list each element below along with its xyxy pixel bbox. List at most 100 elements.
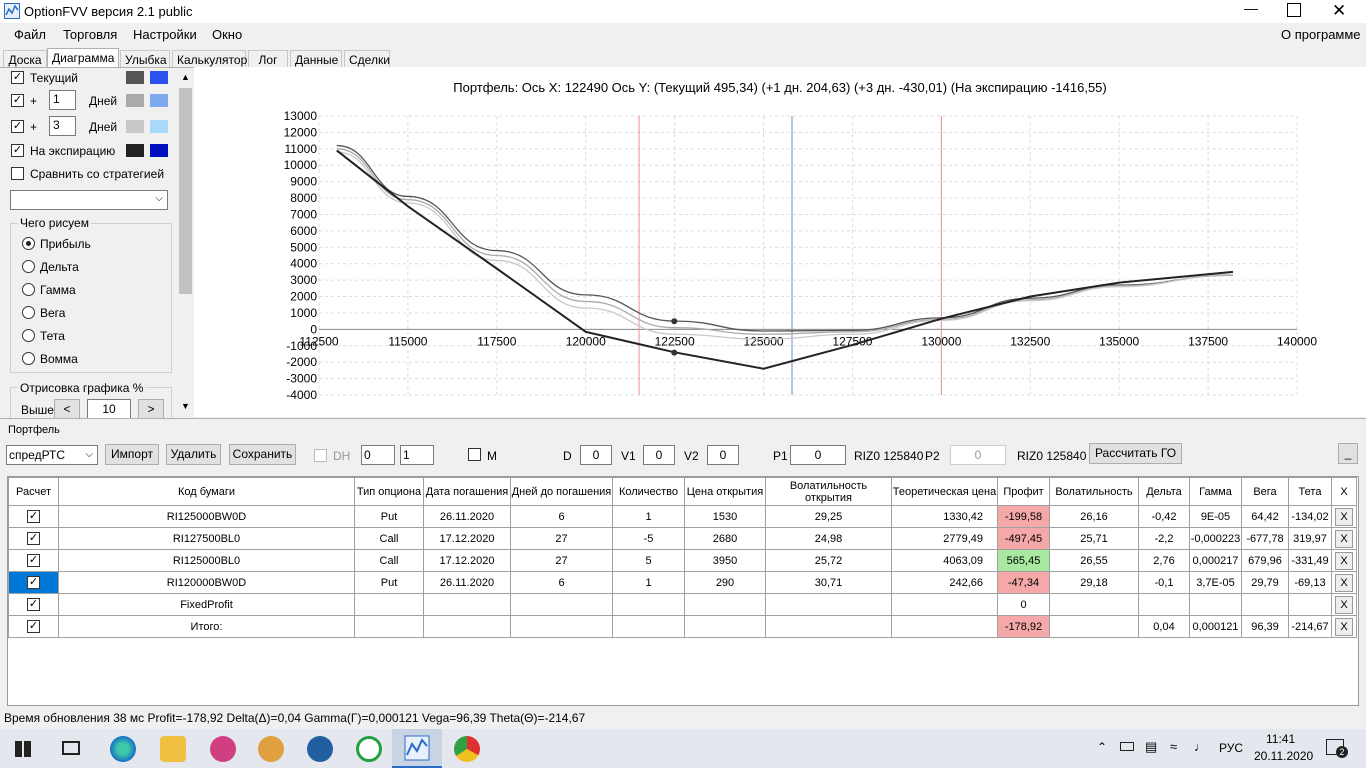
save-button[interactable]: Сохранить <box>229 444 296 465</box>
delete-button[interactable]: Удалить <box>166 444 221 465</box>
menu-settings[interactable]: Настройки <box>133 27 197 42</box>
clock-date[interactable]: 20.11.2020 <box>1254 749 1313 763</box>
table-cell[interactable]: 4063,09 <box>891 549 998 572</box>
table-cell[interactable] <box>354 615 424 638</box>
tab-log[interactable]: Лог <box>248 50 288 68</box>
table-cell[interactable]: Итого: <box>58 615 355 638</box>
table-cell[interactable]: FixedProfit <box>58 593 355 616</box>
table-cell[interactable]: -134,02 <box>1288 505 1332 528</box>
table-cell[interactable]: 9E-05 <box>1189 505 1242 528</box>
table-cell[interactable]: 1 <box>612 571 685 594</box>
menu-file[interactable]: Файл <box>14 27 46 42</box>
table-cell[interactable] <box>1288 593 1332 616</box>
table-cell[interactable]: 17.12.2020 <box>423 549 511 572</box>
table-cell[interactable]: 27 <box>510 527 613 550</box>
table-cell[interactable]: 26.11.2020 <box>423 571 511 594</box>
remove-row-cell[interactable]: X <box>1331 593 1357 616</box>
tab-calculator[interactable]: Калькулятор <box>172 50 247 68</box>
p1-input[interactable]: 0 <box>790 445 846 465</box>
expiry-compare-swatch[interactable] <box>150 144 168 157</box>
app-paint-icon[interactable] <box>210 736 236 762</box>
table-cell[interactable] <box>423 593 511 616</box>
menu-window[interactable]: Окно <box>212 27 242 42</box>
app-globe-icon[interactable] <box>307 736 333 762</box>
calc-checkbox-cell[interactable]: ✓ <box>8 549 59 572</box>
table-cell[interactable] <box>612 593 685 616</box>
v2-input[interactable]: 0 <box>707 445 739 465</box>
scroll-up-icon[interactable]: ▲ <box>181 72 190 82</box>
app-q-icon[interactable] <box>356 736 382 762</box>
wifi-icon[interactable]: ≈ <box>1170 739 1177 754</box>
menu-trading[interactable]: Торговля <box>63 27 117 42</box>
table-cell[interactable]: -69,13 <box>1288 571 1332 594</box>
table-row[interactable]: ✓ RI127500BL0 Call 17.12.2020 27 -5 2680 24,98 2… <box>8 527 1357 550</box>
column-header[interactable]: Тип опциона <box>354 477 424 506</box>
explorer-icon[interactable] <box>160 736 186 762</box>
remove-row-button[interactable]: X <box>1335 551 1353 570</box>
column-header[interactable]: Дней до погашения <box>510 477 613 506</box>
tab-deals[interactable]: Сделки <box>344 50 390 68</box>
table-cell[interactable]: 25,72 <box>765 549 892 572</box>
table-cell[interactable]: -0,000223 <box>1189 527 1242 550</box>
table-cell[interactable]: 1 <box>612 505 685 528</box>
radio-profit[interactable] <box>22 237 35 250</box>
table-cell[interactable]: RI120000BW0D <box>58 571 355 594</box>
remove-row-button[interactable]: X <box>1335 573 1353 592</box>
column-header[interactable]: Теоретическая цена <box>891 477 998 506</box>
m-checkbox[interactable] <box>468 448 481 461</box>
table-cell[interactable]: 30,71 <box>765 571 892 594</box>
table-cell[interactable]: 290 <box>684 571 766 594</box>
payoff-chart[interactable]: 13000 12000 11000 10000 9000 8000 7000 6000 5000… <box>194 67 1366 417</box>
table-cell[interactable]: Put <box>354 505 424 528</box>
remove-row-button[interactable]: X <box>1335 507 1353 526</box>
column-header[interactable]: Волатильность <box>1049 477 1139 506</box>
radio-vomma[interactable] <box>22 352 35 365</box>
table-cell[interactable]: 25,71 <box>1049 527 1139 550</box>
table-cell[interactable]: 96,39 <box>1241 615 1289 638</box>
table-cell[interactable]: RI125000BW0D <box>58 505 355 528</box>
table-cell[interactable]: 29,18 <box>1049 571 1139 594</box>
column-header[interactable]: Профит <box>997 477 1050 506</box>
table-cell[interactable] <box>765 615 892 638</box>
table-cell[interactable]: 0 <box>997 593 1050 616</box>
column-header[interactable]: X <box>1331 477 1357 506</box>
table-cell[interactable]: 0,04 <box>1138 615 1190 638</box>
table-cell[interactable]: -47,34 <box>997 571 1050 594</box>
table-cell[interactable]: -178,92 <box>997 615 1050 638</box>
app-palette-icon[interactable] <box>258 736 284 762</box>
table-cell[interactable]: 27 <box>510 549 613 572</box>
radio-delta[interactable] <box>22 260 35 273</box>
table-cell[interactable]: -0,1 <box>1138 571 1190 594</box>
table-cell[interactable]: 1530 <box>684 505 766 528</box>
table-cell[interactable]: 26.11.2020 <box>423 505 511 528</box>
table-cell[interactable]: Call <box>354 527 424 550</box>
column-header[interactable]: Дельта <box>1138 477 1190 506</box>
table-cell[interactable]: 3950 <box>684 549 766 572</box>
table-cell[interactable] <box>684 593 766 616</box>
spin1-input[interactable]: 0 <box>361 445 395 465</box>
remove-row-cell[interactable]: X <box>1331 527 1357 550</box>
minimize-portfolio-button[interactable]: _ <box>1338 443 1358 464</box>
strategy-select[interactable]: спредРТС ⌵ <box>6 445 98 465</box>
column-header[interactable]: Код бумаги <box>58 477 355 506</box>
table-cell[interactable]: 29,25 <box>765 505 892 528</box>
calc-checkbox-cell[interactable]: ✓ <box>8 615 59 638</box>
close-icon[interactable]: ✕ <box>1332 1 1346 21</box>
table-cell[interactable] <box>891 593 998 616</box>
clock-time[interactable]: 11:41 <box>1266 732 1295 746</box>
table-cell[interactable]: 2779,49 <box>891 527 998 550</box>
network-icon[interactable]: ▤ <box>1145 739 1157 755</box>
minimize-icon[interactable]: — <box>1240 0 1262 22</box>
above-decrease-button[interactable]: < <box>54 399 80 419</box>
plus3-compare-swatch[interactable] <box>150 120 168 133</box>
table-cell[interactable]: 1330,42 <box>891 505 998 528</box>
expiry-color-swatch[interactable] <box>126 144 144 157</box>
table-cell[interactable]: 2,76 <box>1138 549 1190 572</box>
above-value-input[interactable]: 10 <box>87 399 131 419</box>
remove-row-button[interactable]: X <box>1335 595 1353 614</box>
table-row[interactable]: ✓ FixedProfit 0 X <box>8 593 1357 616</box>
column-header[interactable]: Цена открытия <box>684 477 766 506</box>
plus1-color-swatch[interactable] <box>126 94 144 107</box>
menu-about[interactable]: О программе <box>1281 27 1361 42</box>
calc-checkbox[interactable]: ✓ <box>27 598 40 611</box>
